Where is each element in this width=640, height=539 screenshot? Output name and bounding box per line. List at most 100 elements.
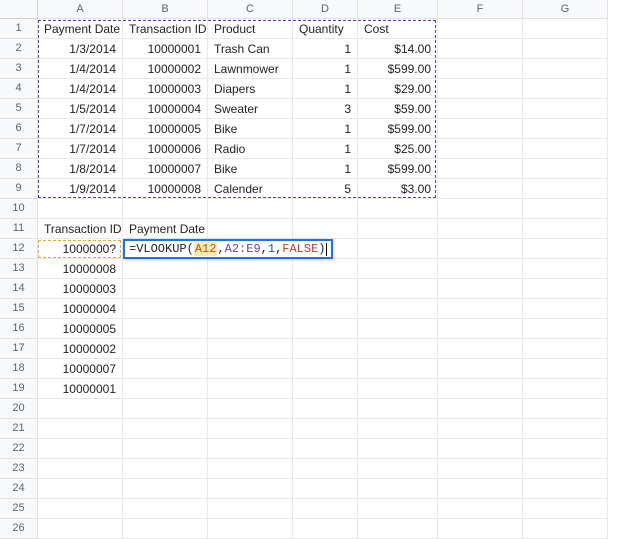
- row-header-10[interactable]: 10: [0, 199, 38, 219]
- cell-F11[interactable]: [438, 219, 523, 239]
- cell-C8[interactable]: Bike: [208, 159, 293, 179]
- cell-G3[interactable]: [523, 59, 608, 79]
- cell-A7[interactable]: 1/7/2014: [38, 139, 123, 159]
- cell-A22[interactable]: [38, 439, 123, 459]
- col-header-B[interactable]: B: [123, 0, 208, 19]
- cell-F13[interactable]: [438, 259, 523, 279]
- cell-F24[interactable]: [438, 479, 523, 499]
- cell-C20[interactable]: [208, 399, 293, 419]
- cell-A9[interactable]: 1/9/2014: [38, 179, 123, 199]
- cell-B10[interactable]: [123, 199, 208, 219]
- cell-E8[interactable]: $599.00: [358, 159, 438, 179]
- cell-F4[interactable]: [438, 79, 523, 99]
- cell-E2[interactable]: $14.00: [358, 39, 438, 59]
- row-header-26[interactable]: 26: [0, 519, 38, 539]
- row-header-24[interactable]: 24: [0, 479, 38, 499]
- cell-E13[interactable]: [358, 259, 438, 279]
- cell-B3[interactable]: 10000002: [123, 59, 208, 79]
- cell-G8[interactable]: [523, 159, 608, 179]
- cell-E3[interactable]: $599.00: [358, 59, 438, 79]
- cell-D15[interactable]: [293, 299, 358, 319]
- cell-A17[interactable]: 10000002: [38, 339, 123, 359]
- cell-F3[interactable]: [438, 59, 523, 79]
- cell-D4[interactable]: 1: [293, 79, 358, 99]
- cell-B13[interactable]: [123, 259, 208, 279]
- cell-E20[interactable]: [358, 399, 438, 419]
- cell-D21[interactable]: [293, 419, 358, 439]
- cell-G9[interactable]: [523, 179, 608, 199]
- cell-E12[interactable]: [358, 239, 438, 259]
- cell-F23[interactable]: [438, 459, 523, 479]
- cell-A16[interactable]: 10000005: [38, 319, 123, 339]
- cell-E14[interactable]: [358, 279, 438, 299]
- col-header-A[interactable]: A: [38, 0, 123, 19]
- cell-G12[interactable]: [523, 239, 608, 259]
- cell-D2[interactable]: 1: [293, 39, 358, 59]
- row-header-18[interactable]: 18: [0, 359, 38, 379]
- cell-D20[interactable]: [293, 399, 358, 419]
- cell-F18[interactable]: [438, 359, 523, 379]
- cell-A2[interactable]: 1/3/2014: [38, 39, 123, 59]
- cell-B11[interactable]: Payment Date: [123, 219, 208, 239]
- row-header-13[interactable]: 13: [0, 259, 38, 279]
- cell-B8[interactable]: 10000007: [123, 159, 208, 179]
- cell-A26[interactable]: [38, 519, 123, 539]
- cell-B18[interactable]: [123, 359, 208, 379]
- row-header-14[interactable]: 14: [0, 279, 38, 299]
- cell-D1[interactable]: Quantity: [293, 19, 358, 39]
- cell-B24[interactable]: [123, 479, 208, 499]
- cell-A15[interactable]: 10000004: [38, 299, 123, 319]
- cell-F22[interactable]: [438, 439, 523, 459]
- cell-D18[interactable]: [293, 359, 358, 379]
- cell-G6[interactable]: [523, 119, 608, 139]
- cell-G14[interactable]: [523, 279, 608, 299]
- cell-A1[interactable]: Payment Date: [38, 19, 123, 39]
- row-header-7[interactable]: 7: [0, 139, 38, 159]
- cell-C14[interactable]: [208, 279, 293, 299]
- cell-G4[interactable]: [523, 79, 608, 99]
- cell-F20[interactable]: [438, 399, 523, 419]
- cell-B17[interactable]: [123, 339, 208, 359]
- cell-E15[interactable]: [358, 299, 438, 319]
- cell-B9[interactable]: 10000008: [123, 179, 208, 199]
- cell-B25[interactable]: [123, 499, 208, 519]
- cell-A24[interactable]: [38, 479, 123, 499]
- cell-B5[interactable]: 10000004: [123, 99, 208, 119]
- spreadsheet-grid[interactable]: A B C D E F G 1Payment DateTransaction I…: [0, 0, 640, 539]
- cell-C22[interactable]: [208, 439, 293, 459]
- cell-A25[interactable]: [38, 499, 123, 519]
- cell-F15[interactable]: [438, 299, 523, 319]
- row-header-21[interactable]: 21: [0, 419, 38, 439]
- cell-D23[interactable]: [293, 459, 358, 479]
- row-header-15[interactable]: 15: [0, 299, 38, 319]
- cell-A3[interactable]: 1/4/2014: [38, 59, 123, 79]
- cell-D19[interactable]: [293, 379, 358, 399]
- cell-E10[interactable]: [358, 199, 438, 219]
- cell-F14[interactable]: [438, 279, 523, 299]
- cell-G5[interactable]: [523, 99, 608, 119]
- row-header-3[interactable]: 3: [0, 59, 38, 79]
- cell-C13[interactable]: [208, 259, 293, 279]
- cell-C3[interactable]: Lawnmower: [208, 59, 293, 79]
- cell-A12[interactable]: 1000000?: [38, 239, 123, 259]
- cell-D3[interactable]: 1: [293, 59, 358, 79]
- cell-B19[interactable]: [123, 379, 208, 399]
- cell-D22[interactable]: [293, 439, 358, 459]
- cell-F2[interactable]: [438, 39, 523, 59]
- cell-E22[interactable]: [358, 439, 438, 459]
- cell-B6[interactable]: 10000005: [123, 119, 208, 139]
- cell-C9[interactable]: Calender: [208, 179, 293, 199]
- cell-C17[interactable]: [208, 339, 293, 359]
- col-header-G[interactable]: G: [523, 0, 608, 19]
- row-header-25[interactable]: 25: [0, 499, 38, 519]
- cell-G21[interactable]: [523, 419, 608, 439]
- cell-F1[interactable]: [438, 19, 523, 39]
- cell-C16[interactable]: [208, 319, 293, 339]
- col-header-C[interactable]: C: [208, 0, 293, 19]
- cell-D10[interactable]: [293, 199, 358, 219]
- cell-C1[interactable]: Product: [208, 19, 293, 39]
- cell-D16[interactable]: [293, 319, 358, 339]
- cell-C18[interactable]: [208, 359, 293, 379]
- cell-G2[interactable]: [523, 39, 608, 59]
- cell-E9[interactable]: $3.00: [358, 179, 438, 199]
